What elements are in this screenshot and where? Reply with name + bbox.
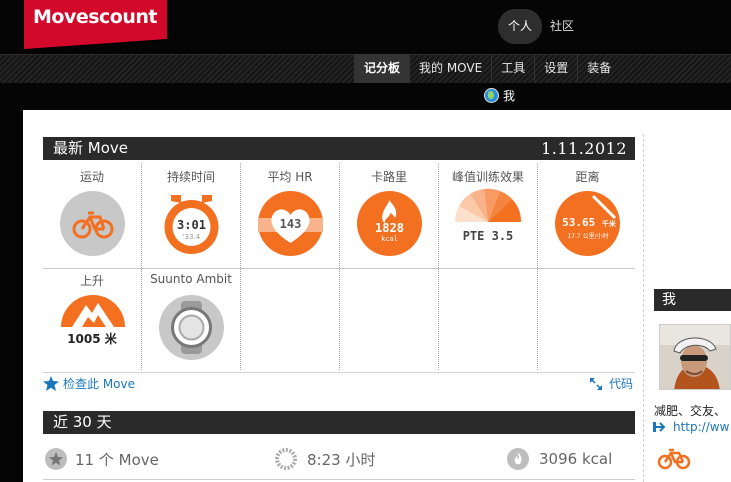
- stat-empty: [340, 267, 439, 370]
- stat-pte[interactable]: 峰值训练效果 PTE 3.5: [439, 163, 538, 266]
- latest-move-links: 检查此 Move 代码: [43, 375, 635, 393]
- star-icon: [45, 448, 67, 470]
- summary-moves-value: 11 个 Move: [75, 450, 159, 469]
- sidebar-bio: 减肥、交友、: [654, 404, 727, 418]
- latest-move-header: 最新 Move 1.11.2012: [43, 137, 635, 160]
- latest-move-title: 最新 Move: [53, 139, 128, 157]
- sidebar-url-link[interactable]: http://ww: [653, 420, 729, 434]
- stat-label: Suunto Ambit: [150, 272, 232, 286]
- bicycle-icon: [60, 191, 125, 256]
- star-icon: [43, 376, 59, 391]
- top-nav-personal[interactable]: 个人: [498, 9, 542, 44]
- expand-icon: [589, 377, 602, 390]
- code-link[interactable]: 代码: [589, 375, 633, 392]
- stat-calories[interactable]: 卡路里 1828 kcal: [340, 163, 439, 266]
- summary-calories[interactable]: 3096 kcal: [507, 448, 612, 470]
- summary-duration[interactable]: 8:23 小时: [275, 448, 375, 470]
- flame-icon: 1828 kcal: [357, 191, 422, 256]
- avatar[interactable]: [659, 324, 731, 390]
- distance-value-row: 53.65 千米: [559, 216, 619, 229]
- sidebar-url: http://ww: [673, 420, 730, 434]
- tab-dashboard[interactable]: 记分板: [354, 54, 410, 83]
- last-30-days-title: 近 30 天: [53, 413, 112, 431]
- watch-icon: [159, 295, 224, 360]
- pte-gauge-icon: [453, 187, 523, 227]
- stat-ascent[interactable]: 上升 1005 米: [43, 267, 142, 370]
- view-move-label: 检查此 Move: [63, 377, 135, 391]
- distance-value: 53.65: [562, 216, 596, 229]
- duration-value: 3:01: [177, 218, 206, 232]
- stat-duration[interactable]: 持续时间 3:01 '33.4: [142, 163, 241, 266]
- heart-icon: 143: [258, 191, 323, 256]
- stat-activity[interactable]: 运动: [43, 163, 142, 266]
- top-nav-community[interactable]: 社区: [542, 9, 582, 44]
- stat-empty: [439, 267, 538, 370]
- tab-tools[interactable]: 工具: [491, 54, 534, 83]
- code-link-label: 代码: [608, 377, 633, 391]
- flame-icon: [507, 448, 529, 470]
- last-30-days-summary: 11 个 Move 8:23 小时 3096 kcal: [43, 436, 635, 480]
- bicycle-icon: [657, 448, 691, 474]
- stat-label: 运动: [79, 170, 104, 184]
- summary-moves[interactable]: 11 个 Move: [45, 448, 159, 470]
- globe-icon: [484, 88, 499, 103]
- distance-unit: 千米: [601, 220, 616, 228]
- logo-text: Movescount: [33, 6, 157, 29]
- me-link-label: 我: [503, 89, 516, 103]
- ascent-value: 1005 米: [67, 332, 117, 346]
- summary-duration-value: 8:23 小时: [307, 450, 376, 469]
- stat-avg-hr[interactable]: 平均 HR 143: [241, 163, 340, 266]
- me-link[interactable]: 我: [484, 87, 515, 104]
- stats-divider: [43, 372, 635, 373]
- latest-move-date: 1.11.2012: [541, 139, 627, 158]
- movescount-logo[interactable]: Movescount: [24, 0, 167, 50]
- sidebar-header: 我: [654, 289, 731, 311]
- summary-calories-value: 3096 kcal: [539, 450, 613, 468]
- distance-sub: 17.7 公里/小时: [567, 233, 609, 240]
- mountain-icon: [58, 287, 128, 327]
- stat-label: 平均 HR: [267, 170, 313, 184]
- stat-label: 持续时间: [166, 170, 215, 184]
- stat-label: 峰值训练效果: [451, 170, 524, 184]
- tab-settings[interactable]: 设置: [534, 54, 577, 83]
- view-move-link[interactable]: 检查此 Move: [43, 375, 135, 392]
- stat-label: 卡路里: [370, 170, 407, 184]
- last-30-days-header: 近 30 天: [43, 411, 635, 434]
- stopwatch-icon: [275, 448, 297, 470]
- calories-unit: kcal: [381, 235, 398, 243]
- calories-value: 1828: [375, 221, 404, 235]
- stat-empty: [538, 267, 637, 370]
- row-divider: [43, 268, 635, 269]
- stat-device[interactable]: Suunto Ambit: [142, 267, 241, 370]
- stopwatch-icon: 3:01 '33.4: [159, 191, 224, 256]
- stat-label: 距离: [575, 170, 600, 184]
- link-arrow-icon: [653, 422, 666, 432]
- avg-hr-value: 143: [279, 217, 302, 231]
- pte-value: PTE 3.5: [462, 229, 514, 243]
- tab-my-move[interactable]: 我的 MOVE: [409, 54, 491, 83]
- stat-empty: [241, 267, 340, 370]
- top-nav: 个人 社区: [498, 9, 582, 44]
- stat-distance[interactable]: 距离 53.65 千米 17.7 公里/小时: [538, 163, 637, 266]
- main-nav: 记分板 我的 MOVE 工具 设置 装备: [354, 54, 620, 83]
- app-window: Movescount 个人 社区 记分板 我的 MOVE 工具 设置 装备 我 …: [0, 0, 731, 482]
- tab-gear[interactable]: 装备: [577, 54, 620, 83]
- distance-icon: 53.65 千米 17.7 公里/小时: [555, 191, 620, 256]
- duration-sub: '33.4: [182, 233, 201, 241]
- column-divider: [643, 134, 644, 482]
- sidebar-title: 我: [662, 292, 676, 308]
